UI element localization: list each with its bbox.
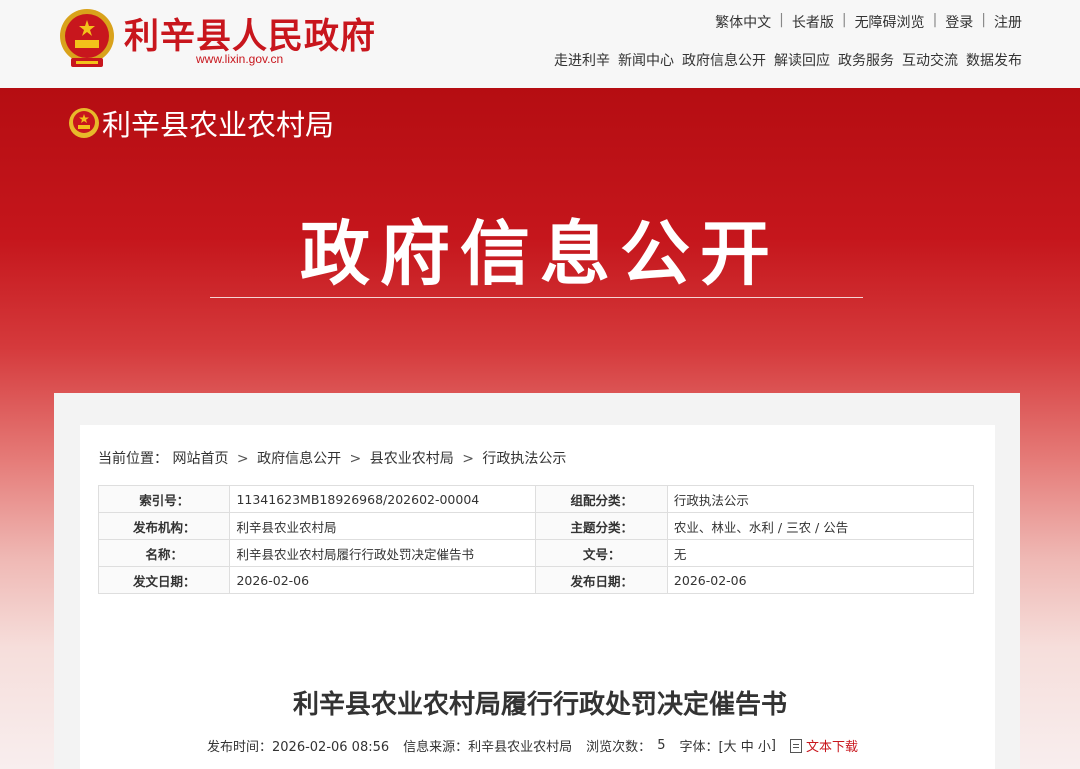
nav-services[interactable]: 政务服务 xyxy=(838,50,894,70)
emblem-icon xyxy=(69,108,99,138)
document-icon[interactable] xyxy=(789,738,802,753)
breadcrumb-home[interactable]: 网站首页 xyxy=(172,451,228,467)
download-text-link[interactable]: 文本下载 xyxy=(806,736,858,755)
breadcrumb-info-disclosure[interactable]: 政府信息公开 xyxy=(257,451,341,467)
table-row: 发文日期： 2026-02-06 发布日期： 2026-02-06 xyxy=(97,566,975,594)
nav-news[interactable]: 新闻中心 xyxy=(618,50,674,70)
meta-key: 文号： xyxy=(535,539,668,567)
meta-key: 发文日期： xyxy=(97,566,231,594)
table-row: 名称： 利辛县农业农村局履行行政处罚决定催告书 文号： 无 xyxy=(97,539,975,567)
divider xyxy=(210,297,863,298)
font-medium-button[interactable]: 中 xyxy=(741,736,754,755)
utility-links: 繁体中文 | 长者版 | 无障碍浏览 | 登录 | 注册 xyxy=(707,12,1022,32)
top-header: 利辛县人民政府 www.lixin.gov.cn 繁体中文 | 长者版 | 无障… xyxy=(0,0,1080,88)
meta-key: 发布日期： xyxy=(535,566,668,594)
breadcrumb-separator: > xyxy=(236,451,249,467)
meta-key: 名称： xyxy=(97,539,231,567)
breadcrumb-department[interactable]: 县农业农村局 xyxy=(370,451,454,467)
meta-value: 利辛县农业农村局 xyxy=(229,512,537,540)
meta-value: 农业、林业、水利 / 三农 / 公告 xyxy=(666,512,975,540)
nav-interaction[interactable]: 互动交流 xyxy=(902,50,958,70)
breadcrumb-separator: > xyxy=(462,451,474,467)
article-info: 发布时间：2026-02-06 08:56 信息来源：利辛县农业农村局 浏览次数… xyxy=(207,736,858,755)
breadcrumb-current[interactable]: 行政执法公示 xyxy=(482,451,566,467)
meta-value: 利辛县农业农村局履行行政处罚决定催告书 xyxy=(229,539,537,567)
breadcrumb-separator: > xyxy=(349,451,362,467)
meta-key: 主题分类： xyxy=(535,512,668,540)
main-nav: 走进利辛 新闻中心 政府信息公开 解读回应 政务服务 互动交流 数据发布 xyxy=(554,50,1022,70)
nav-about[interactable]: 走进利辛 xyxy=(554,50,610,70)
meta-key: 索引号： xyxy=(97,485,231,513)
meta-value: 11341623MB18926968/202602-00004 xyxy=(229,485,537,513)
breadcrumb: 当前位置： 网站首页 > 政府信息公开 > 县农业农村局 > 行政执法公示 xyxy=(98,448,566,468)
meta-key: 发布机构： xyxy=(97,512,231,540)
table-row: 发布机构： 利辛县农业农村局 主题分类： 农业、林业、水利 / 三农 / 公告 xyxy=(97,512,975,540)
meta-value: 2026-02-06 xyxy=(229,566,537,594)
views-label: 浏览次数： xyxy=(586,740,652,755)
department-header[interactable]: 利辛县农业农村局 xyxy=(68,102,334,144)
publish-time: 发布时间：2026-02-06 08:56 xyxy=(207,740,390,755)
accessibility-link[interactable]: 无障碍浏览 xyxy=(847,12,933,32)
meta-value: 2026-02-06 xyxy=(666,566,975,594)
register-link[interactable]: 注册 xyxy=(986,12,1022,32)
font-size-label: 字体：[ xyxy=(679,740,724,755)
table-row: 索引号： 11341623MB18926968/202602-00004 组配分… xyxy=(97,485,975,513)
login-link[interactable]: 登录 xyxy=(937,12,981,32)
meta-key: 组配分类： xyxy=(535,485,668,513)
font-large-button[interactable]: 大 xyxy=(724,736,737,755)
site-url[interactable]: www.lixin.gov.cn xyxy=(196,52,283,66)
nav-info-disclosure[interactable]: 政府信息公开 xyxy=(682,50,766,70)
article-title: 利辛县农业农村局履行行政处罚决定催告书 xyxy=(292,690,787,720)
font-small-button[interactable]: 小 xyxy=(758,736,771,755)
document-meta-table: 索引号： 11341623MB18926968/202602-00004 组配分… xyxy=(97,485,975,594)
banner-title: 政府信息公开 xyxy=(300,213,780,295)
national-emblem-icon[interactable] xyxy=(54,6,120,72)
nav-interpretation[interactable]: 解读回应 xyxy=(774,50,830,70)
meta-value: 无 xyxy=(666,539,975,567)
views-count: 5 xyxy=(657,738,666,753)
nav-data[interactable]: 数据发布 xyxy=(966,50,1022,70)
department-name: 利辛县农业农村局 xyxy=(102,108,335,142)
font-size-end: ] xyxy=(770,738,776,753)
meta-value: 行政执法公示 xyxy=(666,485,975,513)
breadcrumb-prefix: 当前位置： xyxy=(98,451,168,467)
elder-version-link[interactable]: 长者版 xyxy=(784,12,842,32)
info-source: 信息来源：利辛县农业农村局 xyxy=(403,740,573,755)
traditional-chinese-link[interactable]: 繁体中文 xyxy=(707,12,779,32)
